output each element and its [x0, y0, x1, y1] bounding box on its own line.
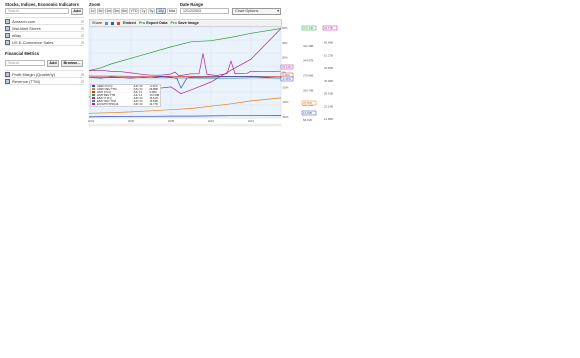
- legend-row: ECOMTOTPSQ14 JUN '13 44.77B: [91, 103, 160, 106]
- y-tick-label: 22.14B: [324, 104, 333, 108]
- y-tick-label: 344.57B: [303, 59, 314, 63]
- y-tick-label: 43.59B: [324, 66, 333, 70]
- y-tick-label: -60%: [282, 115, 289, 119]
- chart-legend: AMZN P M Q JUN '13 -0.31% AMZN REV TTM JUN '…: [90, 84, 162, 107]
- y-tick-label: 412.48B: [303, 44, 314, 48]
- x-tick-label: 2006: [128, 119, 135, 123]
- y-tick-label: 29.41B: [324, 92, 333, 96]
- y-tick-label: 275.66B: [303, 74, 314, 78]
- y-tick-label: -40%: [282, 100, 289, 104]
- x-tick-label: 2010: [208, 119, 215, 123]
- y-tick-label: 14.86B: [324, 117, 333, 121]
- value-badge-label: 44.77B: [324, 26, 333, 30]
- legend-date: JUN '13: [133, 103, 143, 106]
- y-tick-label: 51.27B: [324, 53, 333, 57]
- y-tick-label: 65.49B: [324, 41, 333, 45]
- value-badge-label: -0.34%: [282, 77, 291, 81]
- y-tick-label: 60%: [282, 26, 288, 30]
- y-tick-label: 206.74B: [303, 88, 314, 92]
- y-tick-label: 20%: [282, 56, 288, 60]
- y-tick-label: 36.99B: [324, 79, 333, 83]
- value-badge-label: 25.05B: [303, 101, 312, 105]
- chart-canvas: 2004 2006 2008 2010 201260%40%20%0%-20%-40%-…: [88, 25, 338, 127]
- x-tick-label: 2008: [168, 119, 175, 123]
- y-tick-label: -20%: [282, 85, 289, 89]
- value-badge-label: 13.32B: [303, 111, 312, 115]
- y-tick-label: 68.91B: [303, 118, 312, 122]
- value-badge-label: 76.41%: [282, 65, 292, 69]
- y-tick-label: 40%: [282, 41, 288, 45]
- legend-value: 44.77B: [149, 103, 158, 106]
- x-tick-label: 2012: [248, 119, 255, 123]
- time-navigator: [88, 123, 282, 127]
- x-tick-label: 2004: [88, 119, 95, 123]
- value-badge-label: 472.34B: [303, 26, 314, 30]
- legend-name: ECOMTOTPSQ14: [97, 103, 119, 106]
